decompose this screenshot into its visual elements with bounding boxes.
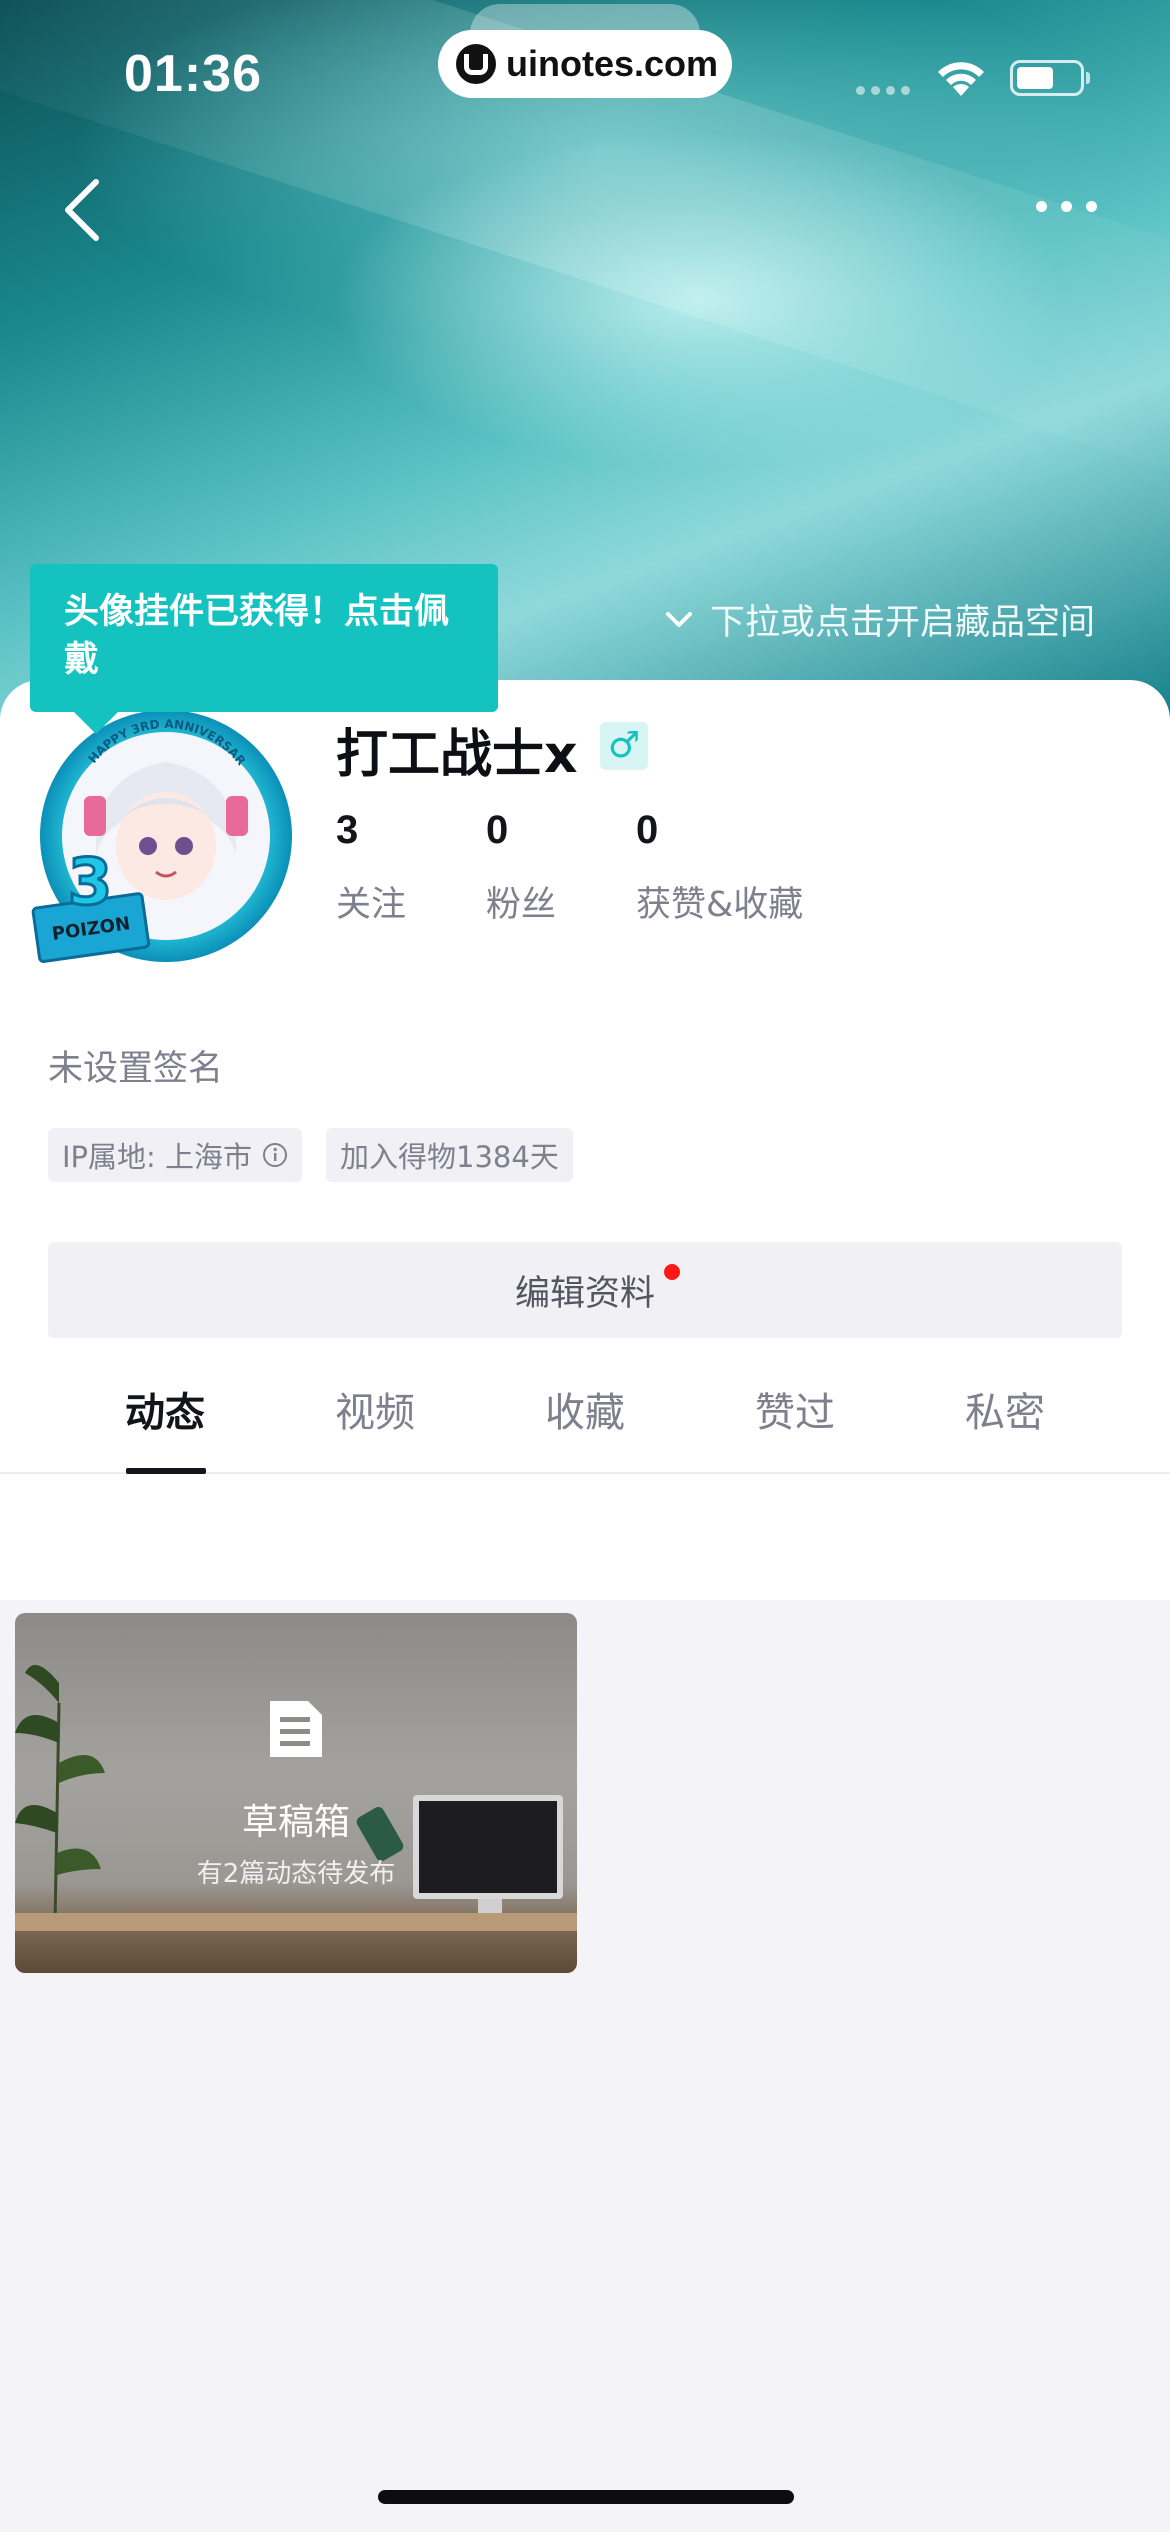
tab-posts[interactable]: 动态 bbox=[60, 1370, 270, 1474]
more-options-icon[interactable] bbox=[1036, 186, 1116, 226]
ip-location-label: IP属地: 上海市 bbox=[62, 1140, 253, 1174]
home-indicator bbox=[378, 2490, 794, 2504]
followers-count: 0 bbox=[486, 808, 509, 852]
profile-stats: 3 关注 0 粉丝 0 获赞&收藏 bbox=[336, 808, 856, 927]
profile-tags: IP属地: 上海市 加入得物1384天 bbox=[48, 1128, 573, 1182]
content-header-spacer bbox=[0, 1476, 1170, 1598]
tab-videos[interactable]: 视频 bbox=[270, 1370, 480, 1472]
notification-dot bbox=[664, 1264, 680, 1280]
likes-count: 0 bbox=[636, 808, 659, 852]
wifi-icon bbox=[938, 62, 984, 96]
drafts-subtitle: 有2篇动态待发布 bbox=[196, 1859, 396, 1889]
gender-male-icon: ♂ bbox=[600, 722, 648, 770]
join-days-tag: 加入得物1384天 bbox=[326, 1128, 573, 1182]
likes-stat[interactable]: 0 获赞&收藏 bbox=[636, 808, 856, 927]
pull-hint-label: 下拉或点击开启藏品空间 bbox=[710, 603, 1096, 643]
desk-decoration bbox=[15, 1913, 577, 1931]
status-time: 01:36 bbox=[124, 45, 262, 103]
collectibles-pull-hint[interactable]: 下拉或点击开启藏品空间 bbox=[664, 594, 1095, 645]
profile-tabs: 动态 视频 收藏 赞过 私密 bbox=[0, 1370, 1170, 1474]
avatar-pendant-tooltip[interactable]: 头像挂件已获得！点击佩戴 bbox=[30, 564, 498, 734]
uinotes-watermark: uinotes.com bbox=[438, 30, 732, 98]
tab-private[interactable]: 私密 bbox=[900, 1370, 1110, 1472]
tab-favorites[interactable]: 收藏 bbox=[480, 1370, 690, 1472]
following-count: 3 bbox=[336, 808, 359, 852]
edit-profile-label: 编辑资料 bbox=[514, 1273, 655, 1314]
uinotes-logo-icon bbox=[456, 44, 496, 84]
watermark-text: uinotes.com bbox=[506, 43, 719, 84]
drafts-card[interactable]: 草稿箱 有2篇动态待发布 bbox=[15, 1613, 577, 1973]
avatar-badge-number: 3 bbox=[68, 846, 113, 920]
likes-label: 获赞&收藏 bbox=[636, 885, 804, 925]
chevron-down-icon bbox=[666, 611, 692, 627]
avatar[interactable]: POIZON 3 HAPPY 3RD ANNIVERSARY bbox=[24, 704, 298, 978]
gender-symbol: ♂ bbox=[607, 725, 641, 766]
following-stat[interactable]: 3 关注 bbox=[336, 808, 486, 927]
drafts-title: 草稿箱 bbox=[241, 1802, 350, 1843]
tab-liked[interactable]: 赞过 bbox=[690, 1370, 900, 1472]
cellular-signal-icon bbox=[856, 86, 910, 95]
following-label: 关注 bbox=[336, 885, 407, 925]
signature[interactable]: 未设置签名 bbox=[48, 1040, 223, 1091]
info-icon bbox=[263, 1143, 288, 1167]
battery-icon bbox=[1010, 60, 1090, 96]
document-icon bbox=[270, 1701, 322, 1757]
followers-stat[interactable]: 0 粉丝 bbox=[486, 808, 636, 927]
edit-profile-button[interactable]: 编辑资料 bbox=[48, 1242, 1122, 1338]
profile-name: 打工战士x bbox=[336, 725, 578, 785]
ip-location-tag[interactable]: IP属地: 上海市 bbox=[48, 1128, 303, 1182]
back-arrow-icon[interactable] bbox=[56, 174, 116, 244]
join-days-label: 加入得物1384天 bbox=[340, 1140, 559, 1174]
followers-label: 粉丝 bbox=[486, 885, 557, 925]
